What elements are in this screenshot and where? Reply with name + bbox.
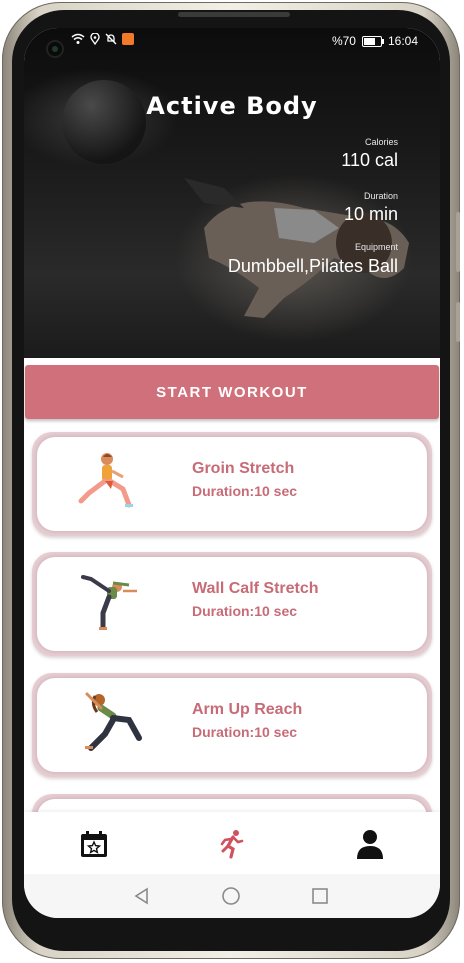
exercise-duration: Duration:10 sec <box>192 603 298 619</box>
power-button <box>456 302 460 342</box>
user-profile-icon <box>357 830 383 859</box>
exercise-card[interactable]: Arm Up Reach Duration:10 sec <box>32 673 432 777</box>
exercise-card[interactable]: Groin Stretch Duration:10 sec <box>32 432 432 536</box>
back-triangle-icon[interactable] <box>132 886 152 906</box>
groin-stretch-illustration <box>78 453 133 508</box>
nav-profile[interactable] <box>354 828 386 860</box>
clock: 16:04 <box>387 34 418 48</box>
running-person-icon <box>220 830 244 859</box>
calendar-star-icon <box>81 831 107 857</box>
home-circle-icon[interactable] <box>221 886 241 906</box>
duration-label: Duration <box>363 191 398 201</box>
workout-title: Active Body <box>146 92 318 120</box>
arm-up-reach-illustration <box>85 692 142 751</box>
pushup-person-graphic <box>184 178 409 318</box>
exercise-name: Wall Calf Stretch <box>192 580 319 597</box>
nav-workout[interactable] <box>216 828 248 860</box>
exercise-card-body: Groin Stretch Duration:10 sec <box>37 437 427 531</box>
exercise-duration: Duration:10 sec <box>192 724 298 740</box>
location-icon <box>90 33 100 45</box>
status-bar: %70 16:04 <box>24 28 440 56</box>
battery-percent: %70 <box>331 34 356 48</box>
wall-calf-stretch-illustration <box>81 575 137 630</box>
volume-button <box>456 212 460 272</box>
bottom-navigation <box>24 812 440 874</box>
calories-label: Calories <box>364 137 398 147</box>
exercise-card-body: Arm Up Reach Duration:10 sec <box>37 678 427 772</box>
system-navigation-bar <box>24 874 440 918</box>
exercise-card[interactable]: Wall Calf Stretch Duration:10 sec <box>32 552 432 656</box>
exercise-duration: Duration:10 sec <box>192 483 298 499</box>
phone-speaker <box>178 12 290 17</box>
battery-icon <box>361 35 384 47</box>
start-workout-button[interactable]: START WORKOUT <box>25 365 439 419</box>
nav-calendar[interactable] <box>78 828 110 860</box>
wifi-icon <box>71 33 85 44</box>
app-notification-icon <box>122 33 134 45</box>
app-screen: %70 16:04 Active Body Calories 110 cal D… <box>24 28 440 918</box>
equipment-value: Dumbbell,Pilates Ball <box>227 256 398 276</box>
exercise-name: Groin Stretch <box>192 460 295 477</box>
exercise-name: Arm Up Reach <box>192 701 303 718</box>
exercise-card-body: Wall Calf Stretch Duration:10 sec <box>37 557 427 651</box>
silent-bell-icon <box>105 33 117 45</box>
workout-hero-image: %70 16:04 Active Body Calories 110 cal D… <box>24 28 440 358</box>
calories-value: 110 cal <box>341 150 398 170</box>
recents-square-icon[interactable] <box>310 886 330 906</box>
equipment-label: Equipment <box>354 242 398 252</box>
duration-value: 10 min <box>343 204 398 224</box>
